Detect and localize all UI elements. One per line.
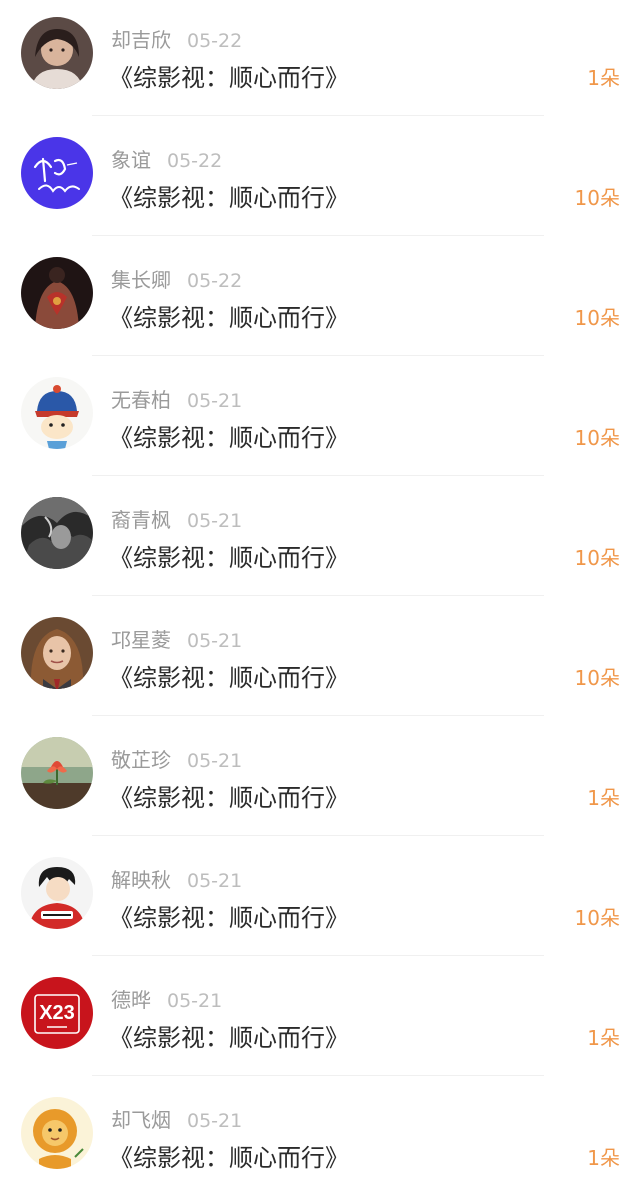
list-item[interactable]: 却飞烟 05-21 《综影视：顺心而行》 1朵 xyxy=(0,1080,640,1182)
avatar[interactable] xyxy=(21,617,93,689)
gift-amount: 10朵 xyxy=(574,186,620,210)
book-title: 《综影视：顺心而行》 xyxy=(109,1024,349,1052)
tattoo-back-icon xyxy=(21,257,93,329)
user-name: 却飞烟 05-21 xyxy=(111,1104,242,1133)
avatar[interactable] xyxy=(21,857,93,929)
divider xyxy=(92,115,544,116)
date-text: 05-22 xyxy=(187,270,243,292)
cartoon-official-icon xyxy=(21,377,93,449)
avatar[interactable] xyxy=(21,497,93,569)
avatar-text: X23 xyxy=(39,1002,75,1024)
user-name-text: 集长卿 xyxy=(111,268,171,292)
user-name-text: 象谊 xyxy=(111,148,151,172)
date-text: 05-22 xyxy=(187,30,243,52)
divider xyxy=(92,835,544,836)
user-name: 敬芷珍 05-21 xyxy=(111,744,242,773)
avatar[interactable] xyxy=(21,1097,93,1169)
gift-amount: 10朵 xyxy=(574,666,620,690)
avatar[interactable] xyxy=(21,257,93,329)
list-item[interactable]: X23 德晔 05-21 《综影视：顺心而行》 1朵 xyxy=(0,960,640,1080)
avatar[interactable] xyxy=(21,377,93,449)
gift-amount: 10朵 xyxy=(574,546,620,570)
book-title: 《综影视：顺心而行》 xyxy=(109,664,349,692)
user-name: 无春柏 05-21 xyxy=(111,384,242,413)
book-title: 《综影视：顺心而行》 xyxy=(109,544,349,572)
date-text: 05-21 xyxy=(187,630,243,652)
list-item[interactable]: 象谊 05-22 《综影视：顺心而行》 10朵 xyxy=(0,120,640,240)
list-item[interactable]: 敬芷珍 05-21 《综影视：顺心而行》 1朵 xyxy=(0,720,640,840)
book-title: 《综影视：顺心而行》 xyxy=(109,1144,349,1172)
date-text: 05-21 xyxy=(187,870,243,892)
divider xyxy=(92,595,544,596)
book-title: 《综影视：顺心而行》 xyxy=(109,904,349,932)
anime-boy-icon xyxy=(21,857,93,929)
date-text: 05-21 xyxy=(187,390,243,412)
gift-amount: 10朵 xyxy=(574,426,620,450)
user-name: 解映秋 05-21 xyxy=(111,864,242,893)
user-name-text: 解映秋 xyxy=(111,868,171,892)
gift-list: 却吉欣 05-22 《综影视：顺心而行》 1朵 象谊 05-22 《综影视：顺心而行… xyxy=(0,0,640,1182)
gift-amount: 1朵 xyxy=(587,1026,620,1050)
avatar[interactable] xyxy=(21,737,93,809)
user-name: 裔青枫 05-21 xyxy=(111,504,242,533)
divider xyxy=(92,1075,544,1076)
list-item[interactable]: 解映秋 05-21 《综影视：顺心而行》 10朵 xyxy=(0,840,640,960)
divider xyxy=(92,235,544,236)
list-item[interactable]: 集长卿 05-22 《综影视：顺心而行》 10朵 xyxy=(0,240,640,360)
divider xyxy=(92,355,544,356)
book-title: 《综影视：顺心而行》 xyxy=(109,304,349,332)
flower-icon xyxy=(21,737,93,809)
user-name-text: 敬芷珍 xyxy=(111,748,171,772)
smoke-portrait-icon xyxy=(21,497,93,569)
avatar[interactable] xyxy=(21,137,93,209)
gift-amount: 1朵 xyxy=(587,786,620,810)
date-text: 05-21 xyxy=(187,750,243,772)
avatar[interactable]: X23 xyxy=(21,977,93,1049)
user-name: 却吉欣 05-22 xyxy=(111,24,242,53)
user-name-text: 无春柏 xyxy=(111,388,171,412)
gift-amount: 1朵 xyxy=(587,1146,620,1170)
lion-cartoon-icon xyxy=(21,1097,93,1169)
divider xyxy=(92,955,544,956)
handwriting-icon xyxy=(21,137,93,209)
date-text: 05-21 xyxy=(187,510,243,532)
user-name: 集长卿 05-22 xyxy=(111,264,242,293)
list-item[interactable]: 裔青枫 05-21 《综影视：顺心而行》 10朵 xyxy=(0,480,640,600)
date-text: 05-21 xyxy=(167,990,223,1012)
portrait-icon xyxy=(21,17,93,89)
user-name-text: 邛星菱 xyxy=(111,628,171,652)
gift-amount: 10朵 xyxy=(574,906,620,930)
gift-amount: 1朵 xyxy=(587,66,620,90)
book-title: 《综影视：顺心而行》 xyxy=(109,184,349,212)
divider xyxy=(92,475,544,476)
girl-portrait-icon xyxy=(21,617,93,689)
book-title: 《综影视：顺心而行》 xyxy=(109,424,349,452)
user-name-text: 德晔 xyxy=(111,988,151,1012)
book-title: 《综影视：顺心而行》 xyxy=(109,784,349,812)
list-item[interactable]: 邛星菱 05-21 《综影视：顺心而行》 10朵 xyxy=(0,600,640,720)
book-title: 《综影视：顺心而行》 xyxy=(109,64,349,92)
list-item[interactable]: 却吉欣 05-22 《综影视：顺心而行》 1朵 xyxy=(0,0,640,120)
user-name-text: 裔青枫 xyxy=(111,508,171,532)
date-text: 05-21 xyxy=(187,1110,243,1132)
user-name-text: 却飞烟 xyxy=(111,1108,171,1132)
gift-amount: 10朵 xyxy=(574,306,620,330)
date-text: 05-22 xyxy=(167,150,223,172)
divider xyxy=(92,715,544,716)
user-name: 邛星菱 05-21 xyxy=(111,624,242,653)
user-name: 德晔 05-21 xyxy=(111,984,222,1013)
user-name: 象谊 05-22 xyxy=(111,144,222,173)
user-name-text: 却吉欣 xyxy=(111,28,171,52)
avatar[interactable] xyxy=(21,17,93,89)
x23-badge-icon: X23 xyxy=(21,977,93,1049)
list-item[interactable]: 无春柏 05-21 《综影视：顺心而行》 10朵 xyxy=(0,360,640,480)
